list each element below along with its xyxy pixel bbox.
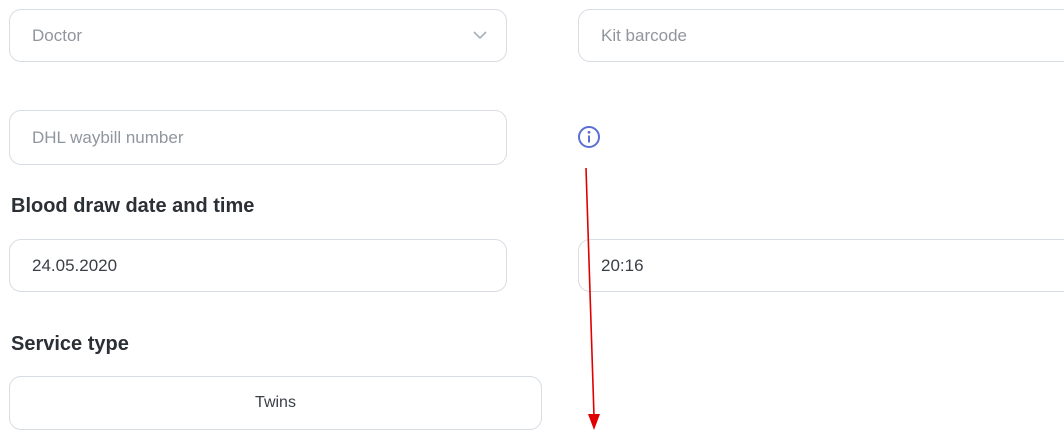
blood-draw-heading: Blood draw date and time	[11, 195, 255, 217]
info-icon[interactable]	[576, 124, 602, 150]
kit-barcode-placeholder: Kit barcode	[601, 25, 687, 45]
blood-draw-time-input[interactable]: 20:16	[578, 239, 1064, 292]
blood-draw-time-value: 20:16	[601, 255, 644, 275]
service-type-heading: Service type	[11, 333, 129, 355]
service-type-option-twins[interactable]: Twins	[9, 376, 542, 430]
doctor-select[interactable]: Doctor	[9, 9, 507, 62]
kit-barcode-input[interactable]: Kit barcode	[578, 9, 1064, 62]
dhl-waybill-input[interactable]: DHL waybill number	[9, 110, 507, 165]
chevron-down-icon	[473, 31, 487, 40]
blood-draw-date-value: 24.05.2020	[32, 255, 118, 275]
dhl-waybill-placeholder: DHL waybill number	[32, 127, 184, 147]
blood-draw-date-input[interactable]: 24.05.2020	[9, 239, 507, 292]
doctor-select-placeholder: Doctor	[32, 25, 83, 45]
arrow-down-icon	[585, 167, 600, 430]
service-type-option-label: Twins	[255, 394, 296, 411]
